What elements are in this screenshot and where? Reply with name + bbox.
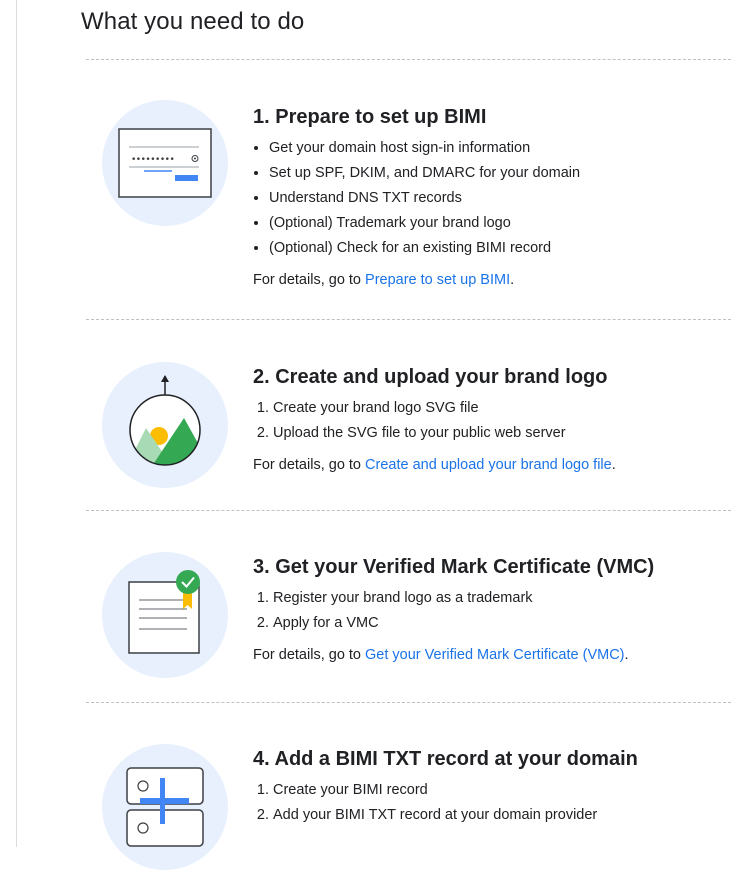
prepare-bimi-link[interactable]: Prepare to set up BIMI: [365, 272, 510, 288]
certificate-icon: [102, 552, 228, 678]
get-vmc-link[interactable]: Get your Verified Mark Certificate (VMC): [365, 647, 624, 663]
list-item: Set up SPF, DKIM, and DMARC for your dom…: [269, 161, 723, 186]
step-3-list: Register your brand logo as a trademark …: [253, 586, 723, 636]
left-border: [16, 0, 17, 847]
step-4-list: Create your BIMI record Add your BIMI TX…: [253, 778, 723, 828]
divider: [86, 59, 731, 60]
list-item: Understand DNS TXT records: [269, 186, 723, 211]
step-1-details: For details, go to Prepare to set up BIM…: [253, 272, 515, 288]
divider: [86, 319, 731, 320]
dns-record-add-icon: [102, 744, 228, 870]
step-3-details: For details, go to Get your Verified Mar…: [253, 647, 629, 663]
list-item: (Optional) Trademark your brand logo: [269, 211, 723, 236]
step-3-title: 3. Get your Verified Mark Certificate (V…: [253, 556, 655, 578]
list-item: (Optional) Check for an existing BIMI re…: [269, 236, 723, 261]
step-1-title: 1. Prepare to set up BIMI: [253, 106, 487, 128]
step-1-list: Get your domain host sign-in information…: [253, 136, 723, 261]
divider: [86, 702, 731, 703]
list-item: Create your brand logo SVG file: [273, 396, 723, 421]
list-item: Apply for a VMC: [273, 611, 723, 636]
page-title: What you need to do: [81, 8, 305, 35]
password-dots: •••••••••: [131, 155, 174, 165]
list-item: Add your BIMI TXT record at your domain …: [273, 803, 723, 828]
list-item: Get your domain host sign-in information: [269, 136, 723, 161]
list-item: Create your BIMI record: [273, 778, 723, 803]
step-4-title: 4. Add a BIMI TXT record at your domain: [253, 748, 638, 770]
step-2-list: Create your brand logo SVG file Upload t…: [253, 396, 723, 446]
list-item: Upload the SVG file to your public web s…: [273, 421, 723, 446]
step-2-details: For details, go to Create and upload you…: [253, 457, 616, 473]
step-2-title: 2. Create and upload your brand logo: [253, 366, 608, 388]
password-login-icon: •••••••••: [102, 100, 228, 226]
create-upload-logo-link[interactable]: Create and upload your brand logo file: [365, 457, 612, 473]
logo-upload-icon: [102, 362, 228, 488]
divider: [86, 510, 731, 511]
list-item: Register your brand logo as a trademark: [273, 586, 723, 611]
